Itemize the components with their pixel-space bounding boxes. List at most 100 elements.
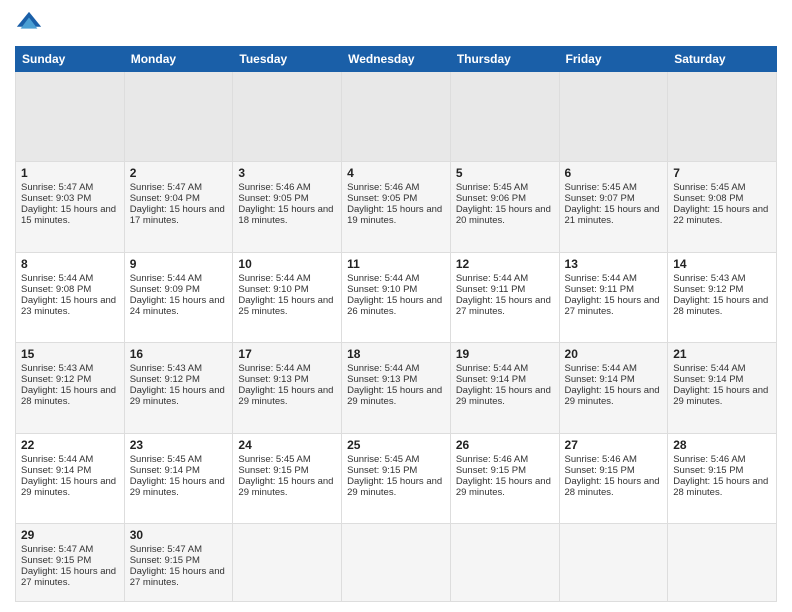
sunset: Sunset: 9:15 PM [456,465,526,476]
calendar-day-cell: 12Sunrise: 5:44 AMSunset: 9:11 PMDayligh… [450,252,559,342]
daylight: Daylight: 15 hours and 18 minutes. [238,204,333,226]
calendar-week-row: 29Sunrise: 5:47 AMSunset: 9:15 PMDayligh… [16,523,777,601]
day-number: 23 [130,438,228,452]
sunrise: Sunrise: 5:47 AM [21,544,93,555]
daylight: Daylight: 15 hours and 27 minutes. [21,566,116,588]
daylight: Daylight: 15 hours and 29 minutes. [130,476,225,498]
calendar-day-cell [668,523,777,601]
sunset: Sunset: 9:11 PM [565,284,635,295]
sunset: Sunset: 9:05 PM [238,193,308,204]
logo-icon [15,10,43,38]
day-of-week-header: Tuesday [233,47,342,72]
calendar-day-cell [450,72,559,162]
day-number: 1 [21,166,119,180]
sunrise: Sunrise: 5:44 AM [347,273,419,284]
sunset: Sunset: 9:03 PM [21,193,91,204]
calendar-day-cell: 21Sunrise: 5:44 AMSunset: 9:14 PMDayligh… [668,343,777,433]
day-number: 5 [456,166,554,180]
day-number: 24 [238,438,336,452]
day-number: 3 [238,166,336,180]
calendar-day-cell: 6 Sunrise: 5:45 AMSunset: 9:07 PMDaylight… [559,162,668,252]
sunset: Sunset: 9:07 PM [565,193,635,204]
calendar-header-row: SundayMondayTuesdayWednesdayThursdayFrid… [16,47,777,72]
calendar-day-cell [233,72,342,162]
daylight: Daylight: 15 hours and 15 minutes. [21,204,116,226]
daylight: Daylight: 15 hours and 23 minutes. [21,295,116,317]
sunset: Sunset: 9:06 PM [456,193,526,204]
sunset: Sunset: 9:14 PM [130,465,200,476]
daylight: Daylight: 15 hours and 29 minutes. [673,385,768,407]
calendar-day-cell: 11Sunrise: 5:44 AMSunset: 9:10 PMDayligh… [342,252,451,342]
sunrise: Sunrise: 5:44 AM [21,273,93,284]
sunrise: Sunrise: 5:45 AM [565,182,637,193]
calendar-day-cell: 7Sunrise: 5:45 AMSunset: 9:08 PMDaylight… [668,162,777,252]
day-number: 26 [456,438,554,452]
sunset: Sunset: 9:04 PM [130,193,200,204]
sunrise: Sunrise: 5:47 AM [130,544,202,555]
day-number: 28 [673,438,771,452]
sunrise: Sunrise: 5:43 AM [673,273,745,284]
sunrise: Sunrise: 5:47 AM [130,182,202,193]
sunrise: Sunrise: 5:45 AM [238,454,310,465]
day-of-week-header: Sunday [16,47,125,72]
calendar-day-cell: 8Sunrise: 5:44 AMSunset: 9:08 PMDaylight… [16,252,125,342]
day-number: 16 [130,347,228,361]
calendar-day-cell [342,523,451,601]
calendar-day-cell: 24Sunrise: 5:45 AMSunset: 9:15 PMDayligh… [233,433,342,523]
daylight: Daylight: 15 hours and 29 minutes. [347,385,442,407]
day-number: 13 [565,257,663,271]
calendar-day-cell: 1 Sunrise: 5:47 AMSunset: 9:03 PMDaylight… [16,162,125,252]
logo [15,10,47,38]
daylight: Daylight: 15 hours and 19 minutes. [347,204,442,226]
sunrise: Sunrise: 5:46 AM [565,454,637,465]
day-number: 15 [21,347,119,361]
calendar-week-row [16,72,777,162]
daylight: Daylight: 15 hours and 29 minutes. [456,385,551,407]
day-number: 11 [347,257,445,271]
header [15,10,777,38]
day-number: 17 [238,347,336,361]
day-number: 27 [565,438,663,452]
day-number: 20 [565,347,663,361]
calendar-day-cell [342,72,451,162]
day-number: 14 [673,257,771,271]
calendar-day-cell: 30Sunrise: 5:47 AMSunset: 9:15 PMDayligh… [124,523,233,601]
calendar-day-cell: 5Sunrise: 5:45 AMSunset: 9:06 PMDaylight… [450,162,559,252]
sunset: Sunset: 9:13 PM [238,374,308,385]
daylight: Daylight: 15 hours and 29 minutes. [456,476,551,498]
sunrise: Sunrise: 5:44 AM [673,363,745,374]
day-of-week-header: Wednesday [342,47,451,72]
sunrise: Sunrise: 5:47 AM [21,182,93,193]
sunrise: Sunrise: 5:45 AM [130,454,202,465]
day-number: 6 [565,166,663,180]
daylight: Daylight: 15 hours and 29 minutes. [347,476,442,498]
sunset: Sunset: 9:12 PM [673,284,743,295]
calendar-day-cell: 28Sunrise: 5:46 AMSunset: 9:15 PMDayligh… [668,433,777,523]
sunset: Sunset: 9:15 PM [347,465,417,476]
calendar-day-cell: 25Sunrise: 5:45 AMSunset: 9:15 PMDayligh… [342,433,451,523]
sunrise: Sunrise: 5:46 AM [673,454,745,465]
calendar-day-cell [124,72,233,162]
calendar-day-cell: 9Sunrise: 5:44 AMSunset: 9:09 PMDaylight… [124,252,233,342]
calendar-week-row: 15 Sunrise: 5:43 AMSunset: 9:12 PM Dayligh… [16,343,777,433]
sunrise: Sunrise: 5:43 AM [130,363,202,374]
sunrise: Sunrise: 5:44 AM [21,454,93,465]
day-number: 19 [456,347,554,361]
day-number: 12 [456,257,554,271]
sunrise: Sunrise: 5:46 AM [347,182,419,193]
calendar-week-row: 22Sunrise: 5:44 AMSunset: 9:14 PMDayligh… [16,433,777,523]
sunrise: Sunrise: 5:44 AM [347,363,419,374]
calendar-day-cell: 16Sunrise: 5:43 AMSunset: 9:12 PMDayligh… [124,343,233,433]
sunrise: Sunrise: 5:44 AM [565,273,637,284]
calendar-week-row: 8Sunrise: 5:44 AMSunset: 9:08 PMDaylight… [16,252,777,342]
sunset: Sunset: 9:05 PM [347,193,417,204]
sunset: Sunset: 9:08 PM [673,193,743,204]
daylight: Daylight: 15 hours and 21 minutes. [565,204,660,226]
day-number: 29 [21,528,119,542]
daylight: Daylight: 15 hours and 25 minutes. [238,295,333,317]
calendar-day-cell: 19Sunrise: 5:44 AMSunset: 9:14 PMDayligh… [450,343,559,433]
sunrise: Sunrise: 5:44 AM [238,363,310,374]
sunset: Sunset: 9:12 PM [130,374,200,385]
daylight: Daylight: 15 hours and 20 minutes. [456,204,551,226]
calendar-day-cell [16,72,125,162]
